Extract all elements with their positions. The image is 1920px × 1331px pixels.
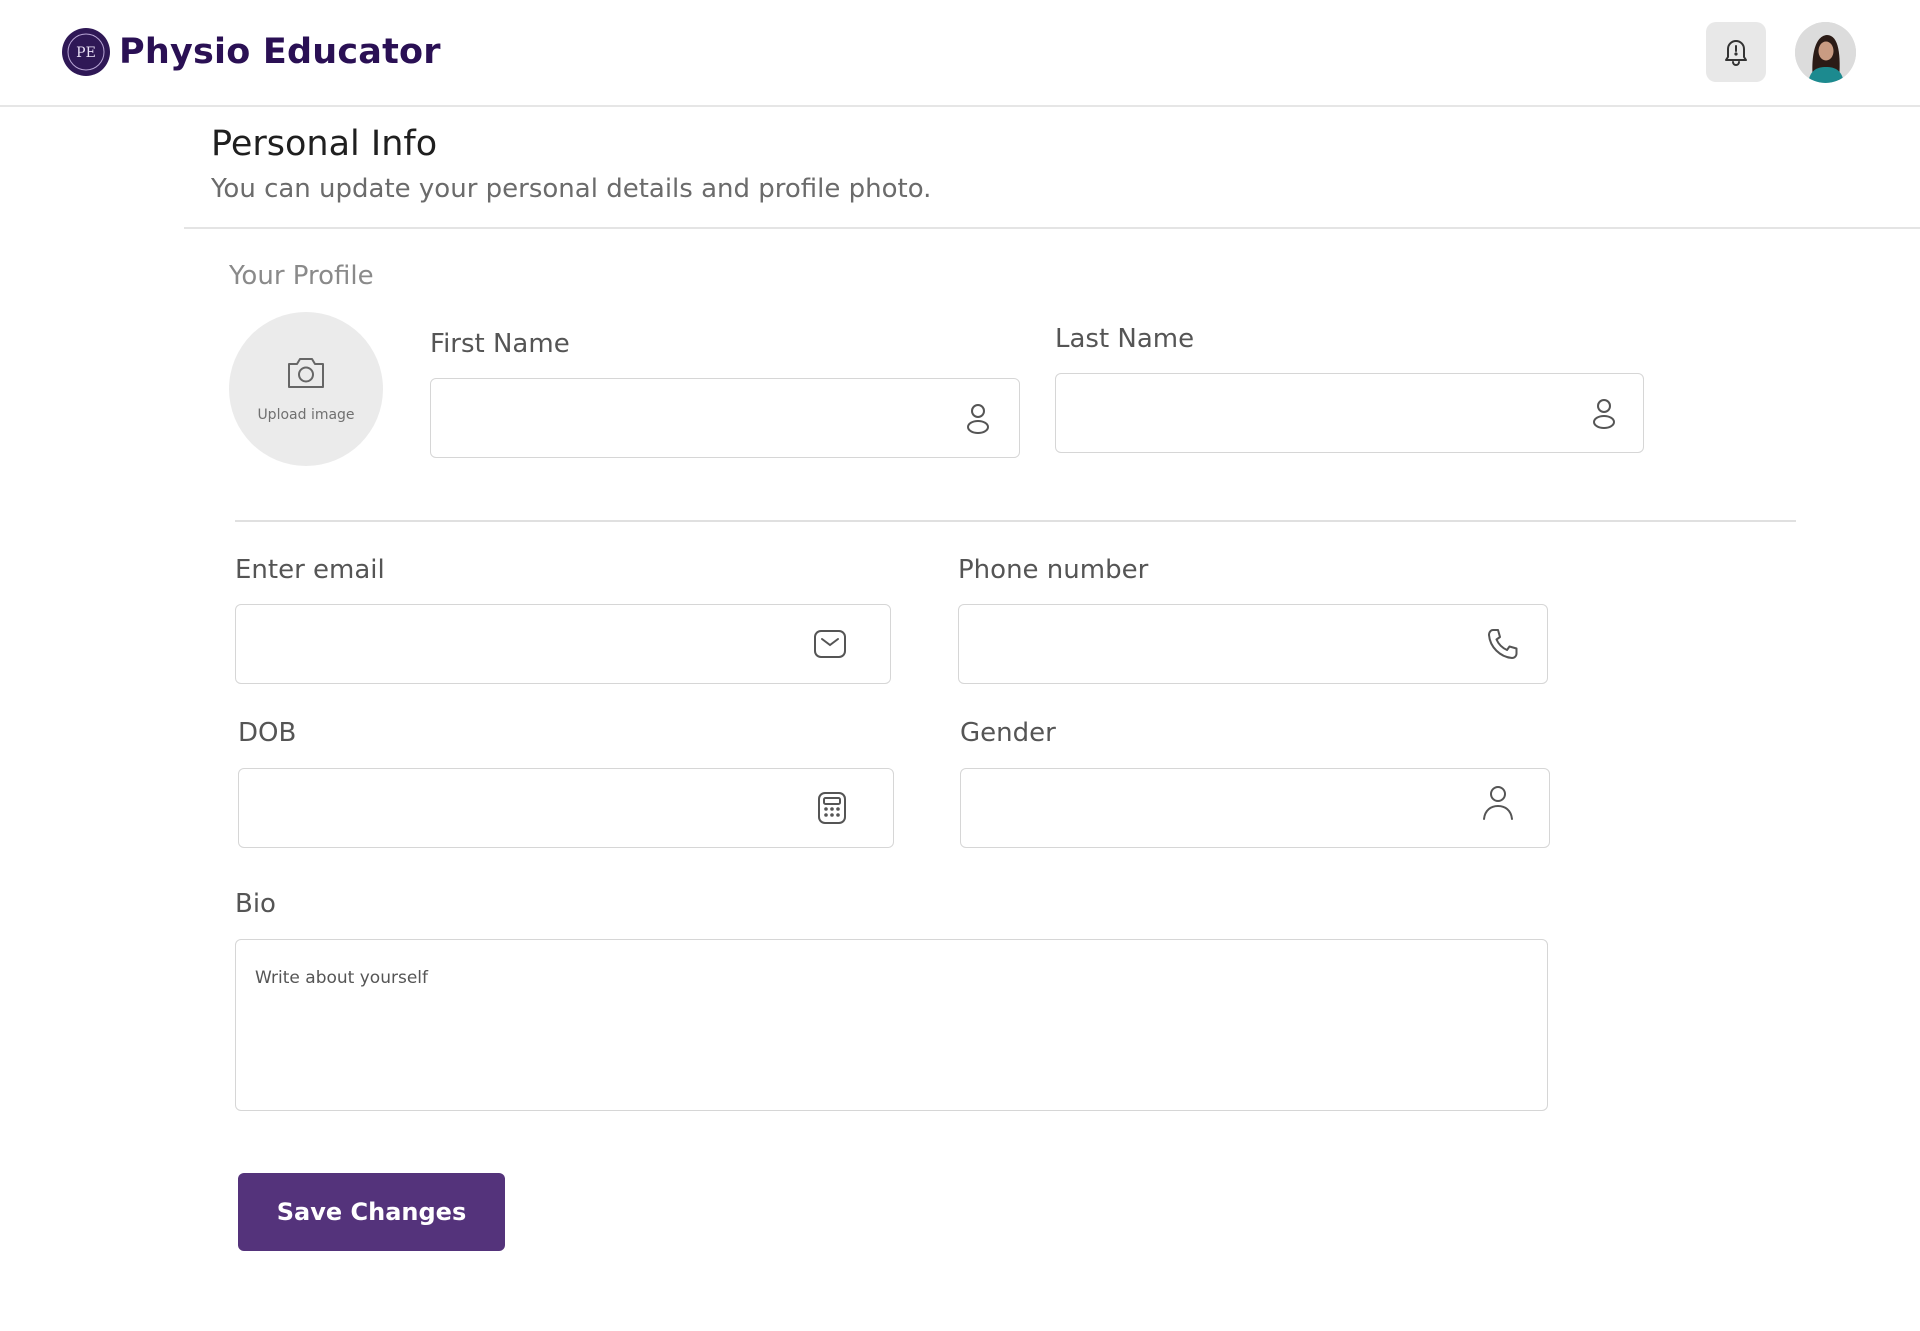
gender-field-box <box>960 768 1550 848</box>
save-changes-button[interactable]: Save Changes <box>238 1173 505 1251</box>
pe-logo-icon: PE <box>62 28 110 76</box>
first-name-field-box <box>430 378 1020 458</box>
phone-icon <box>1486 627 1520 661</box>
first-name-label: First Name <box>430 329 570 359</box>
phone-field-box <box>958 604 1548 684</box>
last-name-field-box <box>1055 373 1644 453</box>
upload-image-button[interactable]: Upload image <box>229 312 383 466</box>
bell-icon <box>1721 35 1751 70</box>
upload-image-label: Upload image <box>257 407 355 423</box>
bio-label: Bio <box>235 889 276 919</box>
dob-input[interactable] <box>239 769 893 847</box>
last-name-input[interactable] <box>1056 374 1643 452</box>
first-name-input[interactable] <box>431 379 1019 457</box>
page-subtitle: You can update your personal details and… <box>211 174 932 204</box>
dob-field-box <box>238 768 894 848</box>
gender-input[interactable] <box>961 769 1549 847</box>
camera-icon <box>285 355 327 395</box>
user-icon <box>961 401 995 435</box>
profile-section-label: Your Profile <box>229 261 374 291</box>
bio-field-box <box>235 939 1548 1111</box>
brand-name: Physio Educator <box>119 32 441 72</box>
header-divider <box>184 227 1920 229</box>
dob-label: DOB <box>238 718 297 748</box>
notifications-button[interactable] <box>1706 22 1766 82</box>
email-label: Enter email <box>235 555 385 585</box>
section-divider <box>235 520 1796 522</box>
bio-textarea[interactable] <box>236 940 1547 1110</box>
email-input[interactable] <box>236 605 890 683</box>
brand[interactable]: PE Physio Educator <box>62 28 441 76</box>
calendar-icon <box>815 791 849 825</box>
page-title: Personal Info <box>211 124 438 164</box>
user-icon <box>1587 396 1621 430</box>
personal-info-page: PE Physio Educator Personal Info You can… <box>0 0 1920 1331</box>
logo-text: PE <box>76 45 96 61</box>
mail-icon <box>813 627 847 661</box>
user-avatar[interactable] <box>1795 22 1856 83</box>
user-icon <box>1481 786 1515 820</box>
top-header: PE Physio Educator <box>0 0 1920 107</box>
phone-label: Phone number <box>958 555 1149 585</box>
phone-input[interactable] <box>959 605 1547 683</box>
last-name-label: Last Name <box>1055 324 1195 354</box>
email-field-box <box>235 604 891 684</box>
gender-label: Gender <box>960 718 1056 748</box>
